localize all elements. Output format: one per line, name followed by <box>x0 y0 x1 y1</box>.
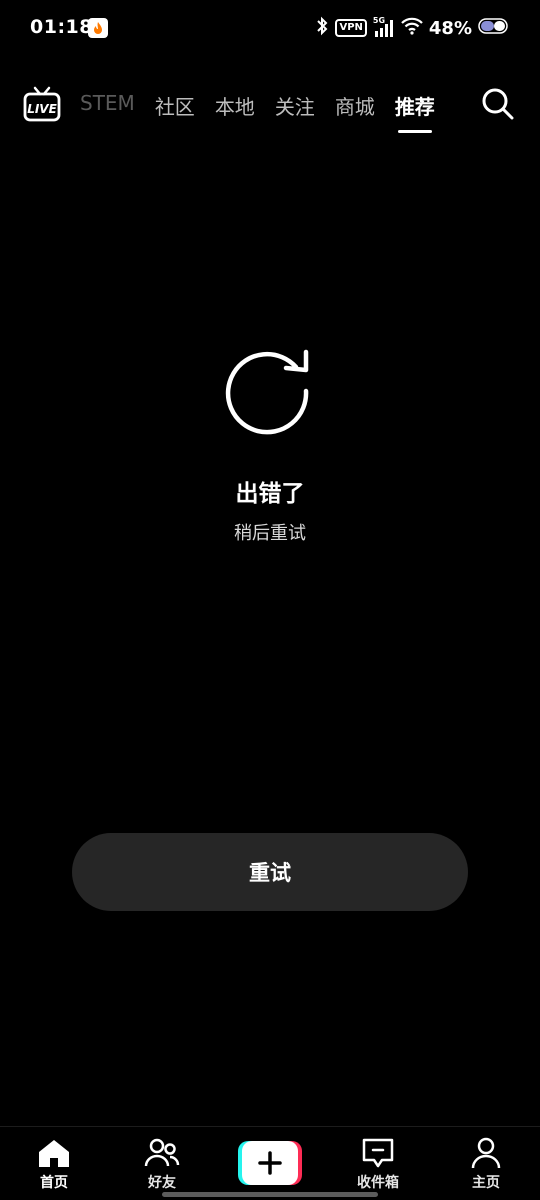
nav-inbox[interactable]: 收件箱 <box>338 1137 418 1192</box>
nav-friends-label: 好友 <box>148 1175 176 1191</box>
nav-profile[interactable]: 主页 <box>446 1137 526 1192</box>
create-button[interactable] <box>238 1141 302 1185</box>
refresh-icon <box>222 348 318 444</box>
signal-icon: 5G <box>373 16 395 39</box>
top-nav: LIVE STEM 社区 本地 关注 商城 推荐 <box>0 78 540 138</box>
battery-percent: 48% <box>428 17 472 39</box>
svg-text:LIVE: LIVE <box>27 102 57 116</box>
tab-community[interactable]: 社区 <box>155 78 195 120</box>
tab-following[interactable]: 关注 <box>275 78 315 120</box>
vpn-badge: VPN <box>335 19 367 37</box>
nav-home[interactable]: 首页 <box>14 1137 94 1192</box>
profile-icon <box>446 1137 526 1169</box>
tab-local[interactable]: 本地 <box>215 78 255 120</box>
app-notification-icon <box>88 18 108 38</box>
inbox-icon <box>338 1137 418 1169</box>
nav-home-label: 首页 <box>40 1175 68 1191</box>
status-bar: 01:18 VPN 5G 48% <box>0 0 540 58</box>
tab-stem[interactable]: STEM <box>80 78 135 115</box>
status-time: 01:18 <box>30 16 93 38</box>
bluetooth-icon <box>315 16 329 40</box>
error-title: 出错了 <box>235 481 305 507</box>
home-icon <box>14 1137 94 1169</box>
tab-mall[interactable]: 商城 <box>335 78 375 120</box>
battery-icon <box>478 18 510 38</box>
search-icon[interactable] <box>480 86 516 122</box>
retry-button[interactable]: 重试 <box>72 833 468 911</box>
tab-recommended[interactable]: 推荐 <box>395 78 435 133</box>
error-subtitle: 稍后重试 <box>234 523 306 544</box>
nav-inbox-label: 收件箱 <box>357 1175 399 1191</box>
nav-profile-label: 主页 <box>472 1175 500 1191</box>
status-icons: VPN 5G 48% <box>315 14 510 42</box>
wifi-icon <box>401 17 423 39</box>
friends-icon <box>122 1137 202 1169</box>
nav-friends[interactable]: 好友 <box>122 1137 202 1192</box>
live-tv-icon[interactable]: LIVE <box>22 84 62 124</box>
tab-bar: STEM 社区 本地 关注 商城 推荐 <box>80 78 455 134</box>
bottom-nav: 首页 好友 收件箱 主页 <box>0 1126 540 1200</box>
home-indicator[interactable] <box>162 1192 378 1197</box>
